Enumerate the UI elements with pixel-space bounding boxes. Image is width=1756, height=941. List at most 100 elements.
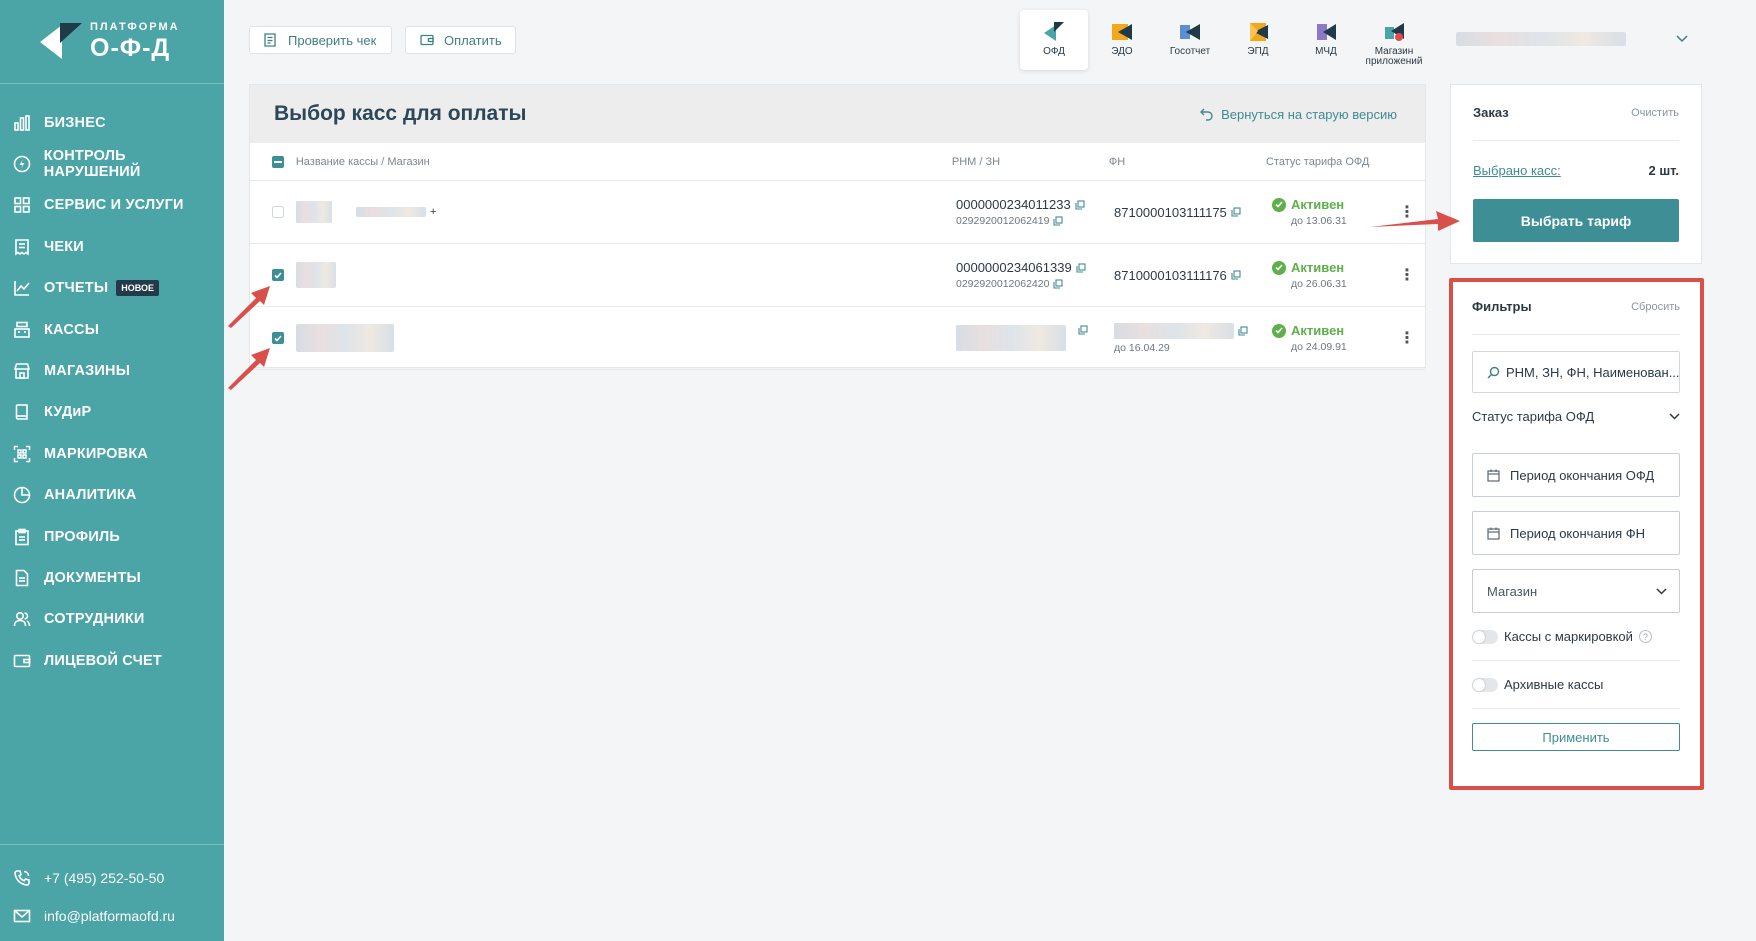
sidebar-item-kudir[interactable]: КУДиР [0,392,224,433]
table-row: 0000000234061339 0292920012062420 871000… [250,244,1425,307]
sidebar-item-label: ЛИЦЕВОЙ СЧЕТ [44,652,162,669]
copy-icon[interactable] [1231,207,1241,217]
app-store[interactable]: Магазин приложений [1360,10,1428,70]
search-icon [1487,366,1500,379]
marking-registers-toggle[interactable] [1472,629,1498,644]
sidebar-item-label: ОТЧЕТЫ [44,280,109,297]
app-epd[interactable]: ЭПД [1224,10,1292,70]
table-header: Название кассы / Магазин РНМ / ЗН ФН Ста… [250,143,1425,181]
app-store-logo-icon [1385,23,1404,41]
receipt-icon [12,237,32,257]
logo[interactable]: ПЛАТФОРМА О-Ф-Д [0,0,224,84]
selected-count: 2 шт. [1648,162,1679,178]
help-icon[interactable]: ? [1638,630,1652,643]
app-label: Госотчет [1169,46,1211,57]
sidebar-item-label: КАССЫ [44,321,100,338]
app-gosotchet[interactable]: Госотчет [1156,10,1224,70]
rnm-value: 0000000234011233 [956,197,1071,212]
filters-title: Фильтры [1472,299,1532,314]
registers-card: Выбор касс для оплаты Вернуться на стару… [249,84,1426,370]
status-text: Активен [1291,260,1345,275]
app-mchd[interactable]: МЧД [1292,10,1360,70]
bar-chart-icon [12,113,32,133]
archive-toggle-label: Архивные кассы [1504,677,1604,692]
row-checkbox[interactable] [272,332,284,344]
zn-value: 0292920012062419 [956,215,1050,227]
row-checkbox[interactable] [272,269,284,281]
fn-until: до 16.04.29 [1114,341,1170,354]
more-options-icon[interactable]: ⋮ [1392,265,1422,285]
sidebar-item-business[interactable]: БИЗНЕС [0,102,224,143]
back-to-old-version-link[interactable]: Вернуться на старую версию [1200,107,1397,122]
reset-filters-link[interactable]: Сбросить [1631,301,1680,313]
contacts: +7 (495) 252-50-50 info@platformaofd.ru [0,844,224,941]
copy-icon[interactable] [1231,270,1241,280]
check-receipt-button[interactable]: Проверить чек [249,26,392,54]
status-until: до 24.09.91 [1291,341,1347,353]
sidebar-item-reports[interactable]: ОТЧЕТЫ НОВОЕ [0,268,224,309]
copy-icon[interactable] [1238,325,1248,336]
row-checkbox[interactable] [272,206,284,218]
sidebar-item-label: ПРОФИЛЬ [44,528,120,545]
copy-icon[interactable] [1076,262,1086,273]
sidebar-item-label: МАРКИРОВКА [44,445,149,462]
check-receipt-label: Проверить чек [288,32,377,48]
register-name-redacted [296,324,394,352]
pay-label: Оплатить [444,32,502,48]
user-name-redacted [1456,32,1626,46]
users-icon [12,609,32,629]
copy-icon[interactable] [1053,279,1063,289]
clear-order-link[interactable]: Очистить [1631,107,1679,119]
sidebar-item-violations[interactable]: КОНТРОЛЬ НАРУШЕНИЙ [0,143,224,184]
copy-icon[interactable] [1053,216,1063,226]
sidebar-item-documents[interactable]: ДОКУМЕНТЫ [0,557,224,598]
archive-registers-toggle[interactable] [1472,677,1498,692]
sidebar-item-account[interactable]: ЛИЦЕВОЙ СЧЕТ [0,640,224,681]
apply-filters-button[interactable]: Применить [1472,723,1680,751]
choose-tariff-button[interactable]: Выбрать тариф [1473,199,1679,242]
copy-icon[interactable] [1075,199,1085,210]
sidebar-item-analytics[interactable]: АНАЛИТИКА [0,475,224,516]
mchd-logo-icon [1317,24,1336,40]
selected-registers-link[interactable]: Выбрано касс: [1473,163,1561,178]
epd-logo-icon [1250,23,1268,41]
pay-button[interactable]: Оплатить [405,26,516,54]
tariff-status-select[interactable]: Статус тарифа ОФД [1472,393,1680,439]
sidebar-item-label: МАГАЗИНЫ [44,363,131,380]
marking-toggle-label: Кассы с маркировкой [1504,629,1633,644]
sidebar: ПЛАТФОРМА О-Ф-Д БИЗНЕС КОНТРОЛЬ НАРУШЕНИ… [0,0,224,941]
select-all-checkbox[interactable] [272,155,284,168]
app-switcher: ОФД ЭДО Госотчет ЭПД МЧД Магазин приложе… [1020,10,1428,70]
sidebar-item-marking[interactable]: МАРКИРОВКА [0,433,224,474]
app-label: МЧД [1315,46,1337,57]
user-menu[interactable] [1456,24,1696,54]
ofd-period-label: Период окончания ОФД [1510,467,1655,483]
calendar-icon [1487,527,1500,540]
fn-value: 8710000103111176 [1114,267,1227,283]
ofd-period-field[interactable]: Период окончания ОФД [1472,453,1680,497]
fn-period-field[interactable]: Период окончания ФН [1472,511,1680,555]
sidebar-item-employees[interactable]: СОТРУДНИКИ [0,599,224,640]
app-ofd[interactable]: ОФД [1020,10,1088,70]
app-label: ЭПД [1247,46,1269,57]
app-edo[interactable]: ЭДО [1088,10,1156,70]
store-select[interactable]: Магазин [1472,569,1680,613]
sidebar-item-services[interactable]: СЕРВИС И УСЛУГИ [0,185,224,226]
sidebar-item-stores[interactable]: МАГАЗИНЫ [0,350,224,391]
copy-icon[interactable] [1078,325,1088,335]
sidebar-item-registers[interactable]: КАССЫ [0,309,224,350]
pie-icon [12,485,32,505]
rnm-value: 0000000234061339 [956,260,1072,275]
table-row: до 16.04.29 Активен до 24.09.91 ⋮ [250,307,1425,370]
status-text: Активен [1291,197,1345,212]
search-input[interactable]: РНМ, ЗН, ФН, Наименован... [1472,351,1680,393]
logo-text-bottom: О-Ф-Д [90,34,171,62]
store-icon [12,361,32,381]
check-circle-icon [1272,260,1286,275]
sidebar-item-profile[interactable]: ПРОФИЛЬ [0,516,224,557]
more-options-icon[interactable]: ⋮ [1392,328,1422,348]
phone-link[interactable]: +7 (495) 252-50-50 [0,859,224,897]
column-header-fn: ФН [1108,155,1126,168]
email-link[interactable]: info@platformaofd.ru [0,897,224,935]
sidebar-item-receipts[interactable]: ЧЕКИ [0,226,224,267]
